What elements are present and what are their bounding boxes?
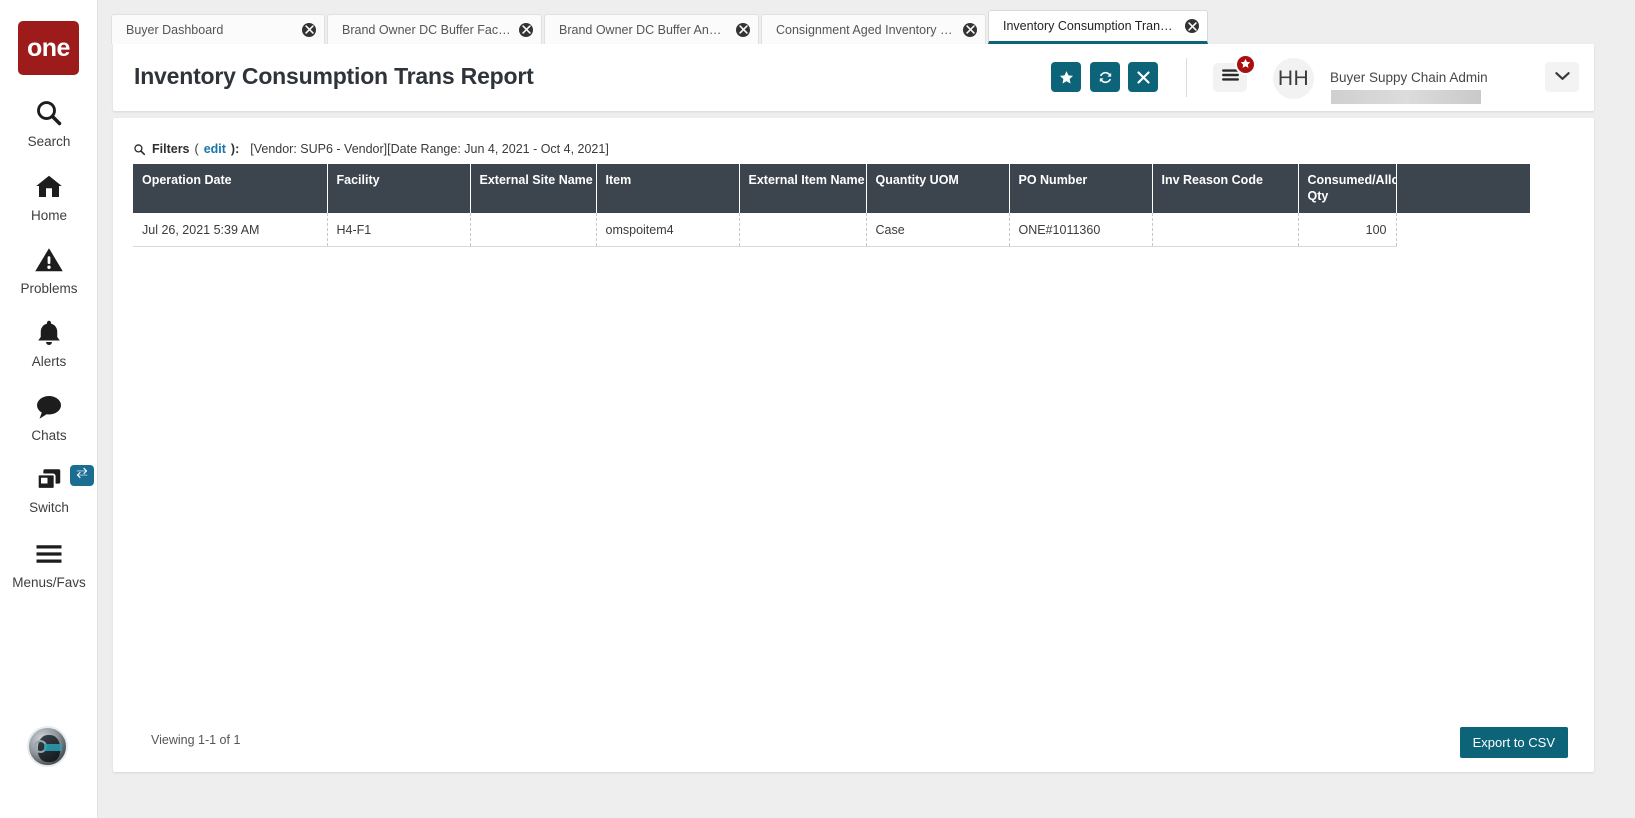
close-button[interactable] [1128,62,1158,92]
tab-label: Inventory Consumption Trans Re... [1003,19,1177,33]
close-icon[interactable] [519,22,533,37]
report-table-wrapper: Operation Date Facility External Site Na… [133,164,1530,247]
close-icon[interactable] [736,22,750,37]
windows-stack-icon [34,462,64,496]
close-icon[interactable] [302,22,316,37]
refresh-icon [1097,69,1114,86]
app-logo[interactable]: one [18,21,79,75]
report-table: Operation Date Facility External Site Na… [133,164,1530,247]
cell-facility: H4-F1 [327,213,471,247]
pagination-status: Viewing 1-1 of 1 [151,733,241,747]
filters-edit-link[interactable]: edit [204,142,226,156]
sidebar-item-home[interactable]: Home [0,170,98,223]
cell-item: omspoitem4 [596,213,740,247]
redacted-user-identifier-top [1331,90,1481,104]
app-logo-text: one [27,33,70,62]
page-title: Inventory Consumption Trans Report [134,63,534,89]
warning-triangle-icon [34,243,64,277]
browser-tab-strip: Buyer Dashboard Brand Owner DC Buffer Fa… [99,0,1635,44]
sidebar-item-label: Search [27,134,71,149]
table-header: Operation Date Facility External Site Na… [133,164,1530,214]
chevron-down-icon [1554,68,1570,86]
column-header-external-item-name[interactable]: External Item Name [739,164,867,214]
close-icon[interactable] [963,22,977,37]
column-header-item[interactable]: Item [596,164,740,214]
left-navigation-rail: one Search Home Problems Alerts Chats Sw… [0,0,98,818]
tab-label: Buyer Dashboard [126,22,224,37]
cell-quantity-uom: Case [866,213,1010,247]
cell-spacer [1396,213,1530,247]
table-header-row: Operation Date Facility External Site Na… [133,164,1530,214]
bell-icon [34,316,64,350]
filters-paren-close: ): [230,142,240,156]
page-header: Inventory Consumption Trans Report HH Bu… [113,44,1594,143]
tab-brand-owner-dc-buffer-analytics[interactable]: Brand Owner DC Buffer Analytic... [544,14,759,44]
switch-swap-badge[interactable] [70,465,94,486]
refresh-button[interactable] [1090,62,1120,92]
report-content-panel: Filters ( edit): [Vendor: SUP6 - Vendor][… [113,118,1594,772]
cell-consumed-allocated-qty: 100 [1298,213,1397,247]
home-icon [34,170,64,204]
export-to-csv-button[interactable]: Export to CSV [1459,727,1568,758]
sidebar-item-label: Chats [31,428,67,443]
filters-bar: Filters ( edit): [Vendor: SUP6 - Vendor][… [133,142,609,156]
tab-brand-owner-dc-buffer-fact-report[interactable]: Brand Owner DC Buffer Fact Rep... [327,14,542,44]
close-x-icon [1136,70,1150,84]
avatar-initials: HH [1277,66,1310,90]
user-menu-toggle[interactable] [1545,62,1579,92]
column-header-consumed-allocated-qty[interactable]: Consumed/Allocated Qty [1298,164,1397,214]
filters-paren-open: ( [194,142,199,156]
column-header-facility[interactable]: Facility [327,164,471,214]
sidebar-item-menus-favs[interactable]: Menus/Favs [0,537,98,590]
column-header-po-number[interactable]: PO Number [1009,164,1153,214]
star-icon [1059,70,1074,85]
cell-operation-date: Jul 26, 2021 5:39 AM [133,213,328,247]
search-icon [133,143,146,156]
hamburger-icon [1221,68,1239,87]
assistant-avatar-icon[interactable] [27,726,68,767]
filters-value: [Vendor: SUP6 - Vendor][Date Range: Jun … [250,142,609,156]
sidebar-item-label: Problems [20,281,78,296]
tab-inventory-consumption-trans-report[interactable]: Inventory Consumption Trans Re... [988,10,1208,44]
star-icon [1240,56,1251,74]
favorite-button[interactable] [1051,62,1081,92]
column-header-operation-date[interactable]: Operation Date [133,164,328,214]
cell-po-number: ONE#1011360 [1009,213,1153,247]
tab-label: Brand Owner DC Buffer Analytic... [559,22,728,37]
chat-bubble-icon [34,390,64,424]
cell-external-site-name [470,213,597,247]
sidebar-item-chats[interactable]: Chats [0,390,98,443]
tab-buyer-dashboard[interactable]: Buyer Dashboard [111,14,325,44]
filters-label: Filters [152,142,190,156]
sidebar-item-problems[interactable]: Problems [0,243,98,296]
tab-label: Brand Owner DC Buffer Fact Rep... [342,22,511,37]
tab-consignment-aged-inventory-report[interactable]: Consignment Aged Inventory Re... [761,14,986,44]
hamburger-icon [34,537,64,571]
menu-favorites-badge[interactable] [1235,54,1256,75]
search-icon [34,96,64,130]
cell-inv-reason-code [1152,213,1299,247]
sidebar-item-search[interactable]: Search [0,96,98,149]
column-header-external-site-name[interactable]: External Site Name [470,164,597,214]
header-divider [1186,58,1187,97]
close-icon[interactable] [1185,19,1199,33]
table-row[interactable]: Jul 26, 2021 5:39 AM H4-F1 omspoitem4 Ca… [133,213,1530,247]
cell-external-item-name [739,213,867,247]
user-role-label: Buyer Suppy Chain Admin [1330,70,1488,85]
sidebar-item-label: Menus/Favs [12,575,86,590]
column-header-quantity-uom[interactable]: Quantity UOM [866,164,1010,214]
assistant-visor [44,744,62,751]
avatar[interactable]: HH [1273,58,1314,99]
sidebar-item-label: Home [30,208,67,223]
sidebar-item-label: Switch [29,500,69,515]
sidebar-item-label: Alerts [31,354,67,369]
column-header-inv-reason-code[interactable]: Inv Reason Code [1152,164,1299,214]
table-body: Jul 26, 2021 5:39 AM H4-F1 omspoitem4 Ca… [133,213,1530,247]
swap-arrows-icon [75,466,89,485]
tab-label: Consignment Aged Inventory Re... [776,22,955,37]
sidebar-item-alerts[interactable]: Alerts [0,316,98,369]
column-header-spacer [1396,164,1530,214]
